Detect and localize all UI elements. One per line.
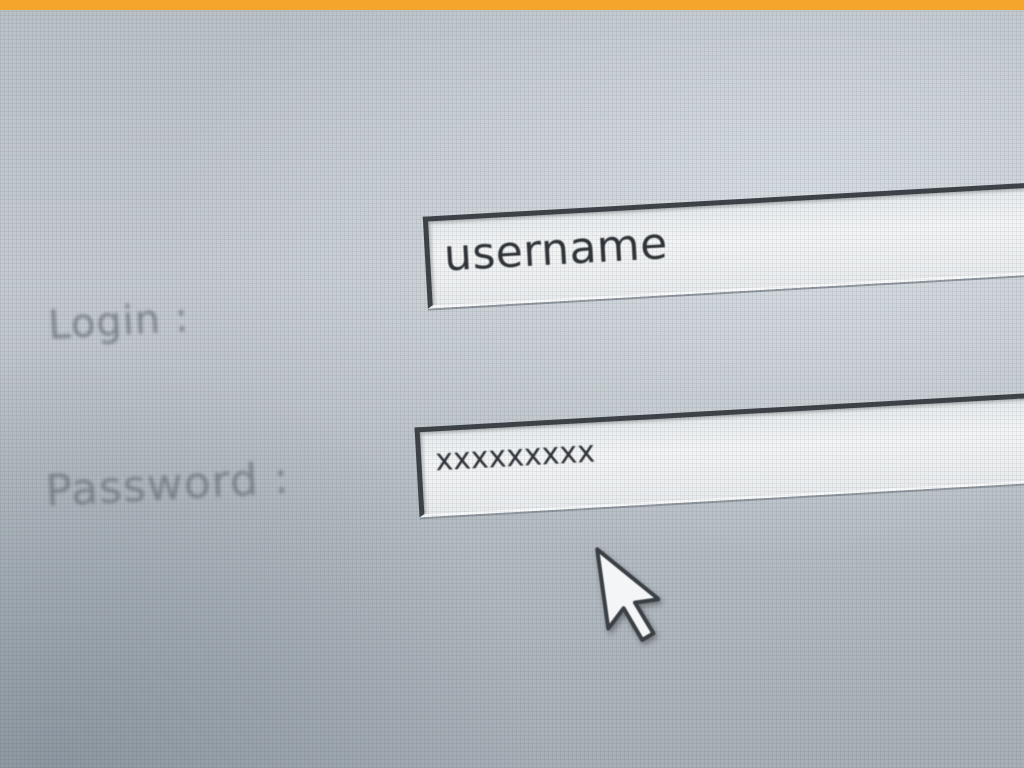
accent-bar bbox=[0, 0, 1024, 10]
login-form: Login : username Password : xxxxxxxxx bbox=[0, 0, 1024, 767]
username-input[interactable]: username bbox=[422, 178, 1024, 309]
arrow-cursor-icon bbox=[595, 547, 660, 642]
login-screen: Login : username Password : xxxxxxxxx bbox=[0, 0, 1024, 768]
password-value: xxxxxxxxx bbox=[434, 434, 596, 479]
username-value: username bbox=[442, 218, 670, 282]
password-input[interactable]: xxxxxxxxx bbox=[414, 388, 1024, 518]
password-label: Password : bbox=[44, 452, 291, 518]
login-label: Login : bbox=[46, 294, 191, 349]
